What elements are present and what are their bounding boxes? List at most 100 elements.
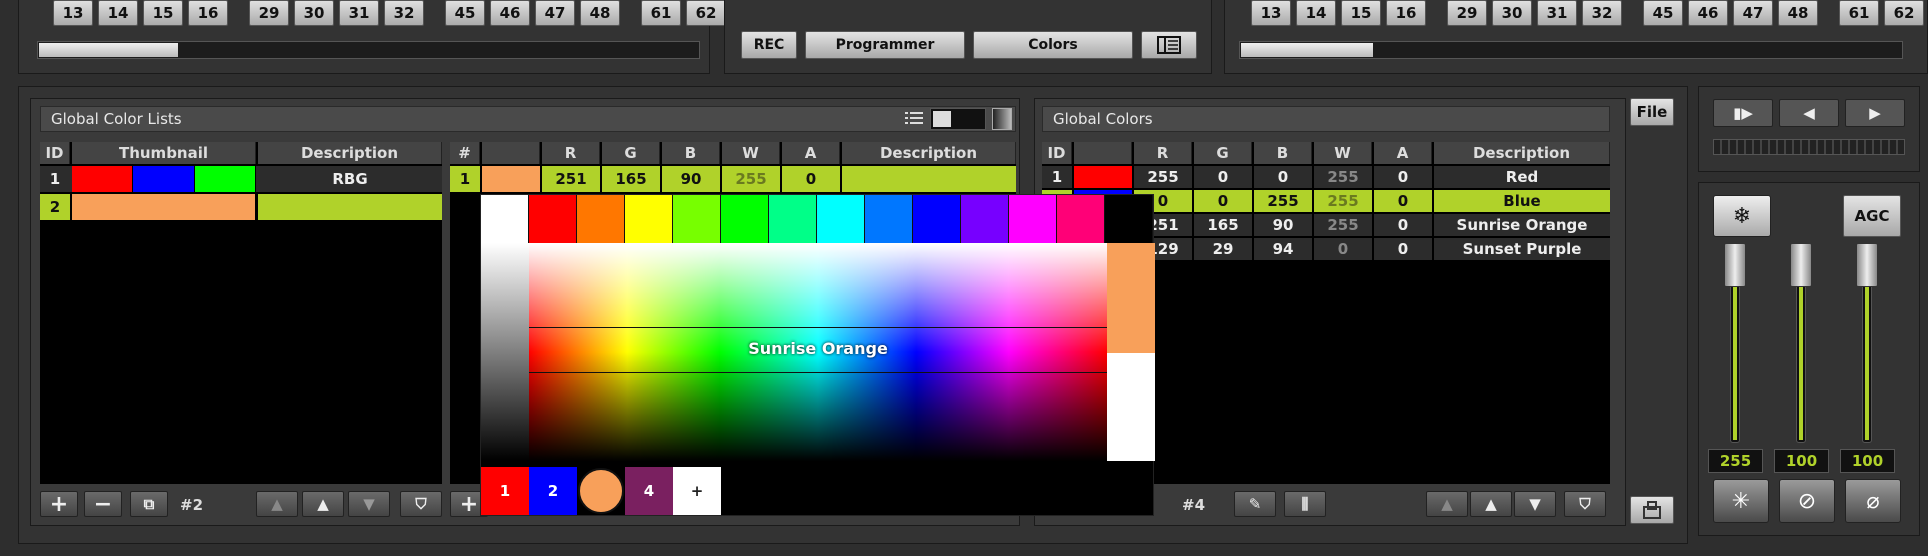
- bank-button-32[interactable]: 32: [384, 0, 424, 26]
- bank-button-62[interactable]: 62: [686, 0, 726, 26]
- gc-cell-w[interactable]: 255: [1314, 166, 1372, 188]
- picker-swatch[interactable]: [1057, 195, 1105, 243]
- gc-cell-description[interactable]: Sunset Purple: [1434, 238, 1610, 260]
- bank-button-14[interactable]: 14: [1296, 0, 1336, 26]
- gc-filter-button[interactable]: ⛉: [1564, 491, 1606, 517]
- picker-swatch[interactable]: [1009, 195, 1057, 243]
- bank-button-30[interactable]: 30: [294, 0, 334, 26]
- gc-move-up-button[interactable]: ▲: [1470, 491, 1512, 517]
- table-row[interactable]: 2: [40, 194, 442, 220]
- move-up-button[interactable]: ▲: [302, 491, 344, 517]
- bank-button-15[interactable]: 15: [1341, 0, 1381, 26]
- programmer-button[interactable]: Programmer: [805, 31, 965, 59]
- rec-button[interactable]: REC: [741, 31, 797, 59]
- gc-cell-w[interactable]: 255: [1314, 190, 1372, 212]
- gc-move-top-button[interactable]: ▲: [1426, 491, 1468, 517]
- picker-swatch[interactable]: [865, 195, 913, 243]
- bank-button-15[interactable]: 15: [143, 0, 183, 26]
- bank-button-48[interactable]: 48: [1778, 0, 1818, 26]
- add-list-button[interactable]: +: [40, 491, 78, 517]
- gc-cell-b[interactable]: 0: [1254, 166, 1312, 188]
- bank-button-48[interactable]: 48: [580, 0, 620, 26]
- back-button[interactable]: ◀: [1779, 99, 1839, 127]
- bank-button-29[interactable]: 29: [1447, 0, 1487, 26]
- colors-button[interactable]: Colors: [973, 31, 1133, 59]
- picker-swatch[interactable]: [1105, 195, 1153, 243]
- gc-cell-b[interactable]: 94: [1254, 238, 1312, 260]
- gc-cell-a[interactable]: 0: [1374, 166, 1432, 188]
- gc-cell-color[interactable]: [1074, 166, 1132, 188]
- picker-spectrum[interactable]: Sunrise Orange: [529, 243, 1107, 461]
- filter-list-button[interactable]: ⛉: [400, 491, 442, 517]
- remove-list-button[interactable]: −: [84, 491, 122, 517]
- master-fader-knob[interactable]: [1790, 243, 1812, 287]
- master-fader-knob[interactable]: [1856, 243, 1878, 287]
- bank-button-46[interactable]: 46: [1688, 0, 1728, 26]
- picker-swatch[interactable]: [913, 195, 961, 243]
- picker-chip-5[interactable]: +: [673, 467, 721, 515]
- master-fader-knob[interactable]: [1724, 243, 1746, 287]
- export-button[interactable]: [1630, 496, 1674, 524]
- editor-cell-g[interactable]: 165: [602, 166, 660, 192]
- picker-chip-4[interactable]: 4: [625, 467, 673, 515]
- mute-button[interactable]: ⌀: [1845, 479, 1901, 523]
- picker-swatch[interactable]: [721, 195, 769, 243]
- gc-cell-b[interactable]: 90: [1254, 214, 1312, 236]
- gc-cell-g[interactable]: 165: [1194, 214, 1252, 236]
- bank-button-45[interactable]: 45: [1643, 0, 1683, 26]
- gc-cell-description[interactable]: Blue: [1434, 190, 1610, 212]
- picker-swatch[interactable]: [673, 195, 721, 243]
- gc-cell-a[interactable]: 0: [1374, 214, 1432, 236]
- gc-cell-g[interactable]: 0: [1194, 190, 1252, 212]
- gc-cell-r[interactable]: 255: [1134, 166, 1192, 188]
- edit-color-button[interactable]: ✎: [1234, 491, 1276, 517]
- picker-chip-1[interactable]: 1: [481, 467, 529, 515]
- gc-cell-w[interactable]: 0: [1314, 238, 1372, 260]
- view-toggle[interactable]: [930, 108, 986, 130]
- play-pause-button[interactable]: ▮▶: [1713, 99, 1773, 127]
- picker-swatch[interactable]: [481, 195, 529, 243]
- top-right-slider[interactable]: [1239, 41, 1903, 59]
- editor-cell-b[interactable]: 90: [662, 166, 720, 192]
- agc-button[interactable]: AGC: [1843, 195, 1901, 237]
- bank-button-16[interactable]: 16: [1386, 0, 1426, 26]
- bank-button-61[interactable]: 61: [641, 0, 681, 26]
- editor-cell-w[interactable]: 255: [722, 166, 780, 192]
- strobe-button[interactable]: ✳: [1713, 479, 1769, 523]
- thumbnail-view-icon[interactable]: [992, 108, 1012, 130]
- bank-button-13[interactable]: 13: [1251, 0, 1291, 26]
- forward-button[interactable]: ▶: [1845, 99, 1905, 127]
- bank-button-46[interactable]: 46: [490, 0, 530, 26]
- editor-cell-r[interactable]: 251: [542, 166, 600, 192]
- copy-list-button[interactable]: ⧉: [130, 491, 168, 517]
- bank-button-47[interactable]: 47: [1733, 0, 1773, 26]
- gc-cell-a[interactable]: 0: [1374, 190, 1432, 212]
- bank-button-47[interactable]: 47: [535, 0, 575, 26]
- bank-button-30[interactable]: 30: [1492, 0, 1532, 26]
- picker-gray-ramp[interactable]: [481, 243, 529, 461]
- top-left-slider[interactable]: [37, 41, 700, 59]
- picker-swatch[interactable]: [529, 195, 577, 243]
- gc-cell-g[interactable]: 0: [1194, 166, 1252, 188]
- editor-cell-description[interactable]: [842, 166, 1016, 192]
- picker-swatch[interactable]: [577, 195, 625, 243]
- picker-swatch[interactable]: [769, 195, 817, 243]
- gc-cell-g[interactable]: 29: [1194, 238, 1252, 260]
- bank-button-16[interactable]: 16: [188, 0, 228, 26]
- gc-move-down-button[interactable]: ▼: [1514, 491, 1556, 517]
- bank-button-31[interactable]: 31: [339, 0, 379, 26]
- picker-swatch[interactable]: [817, 195, 865, 243]
- picker-swatch[interactable]: [625, 195, 673, 243]
- bank-button-62[interactable]: 62: [1884, 0, 1924, 26]
- bank-button-45[interactable]: 45: [445, 0, 485, 26]
- picker-chip-3[interactable]: [577, 467, 625, 515]
- gc-cell-b[interactable]: 255: [1254, 190, 1312, 212]
- bank-button-61[interactable]: 61: [1839, 0, 1879, 26]
- sequencer-button[interactable]: [1141, 31, 1197, 59]
- gc-cell-a[interactable]: 0: [1374, 238, 1432, 260]
- picker-chip-2[interactable]: 2: [529, 467, 577, 515]
- table-row[interactable]: 1 255 0 0 255 0 Red: [1042, 166, 1610, 188]
- picker-swatch[interactable]: [961, 195, 1009, 243]
- editor-cell-a[interactable]: 0: [782, 166, 840, 192]
- bank-button-31[interactable]: 31: [1537, 0, 1577, 26]
